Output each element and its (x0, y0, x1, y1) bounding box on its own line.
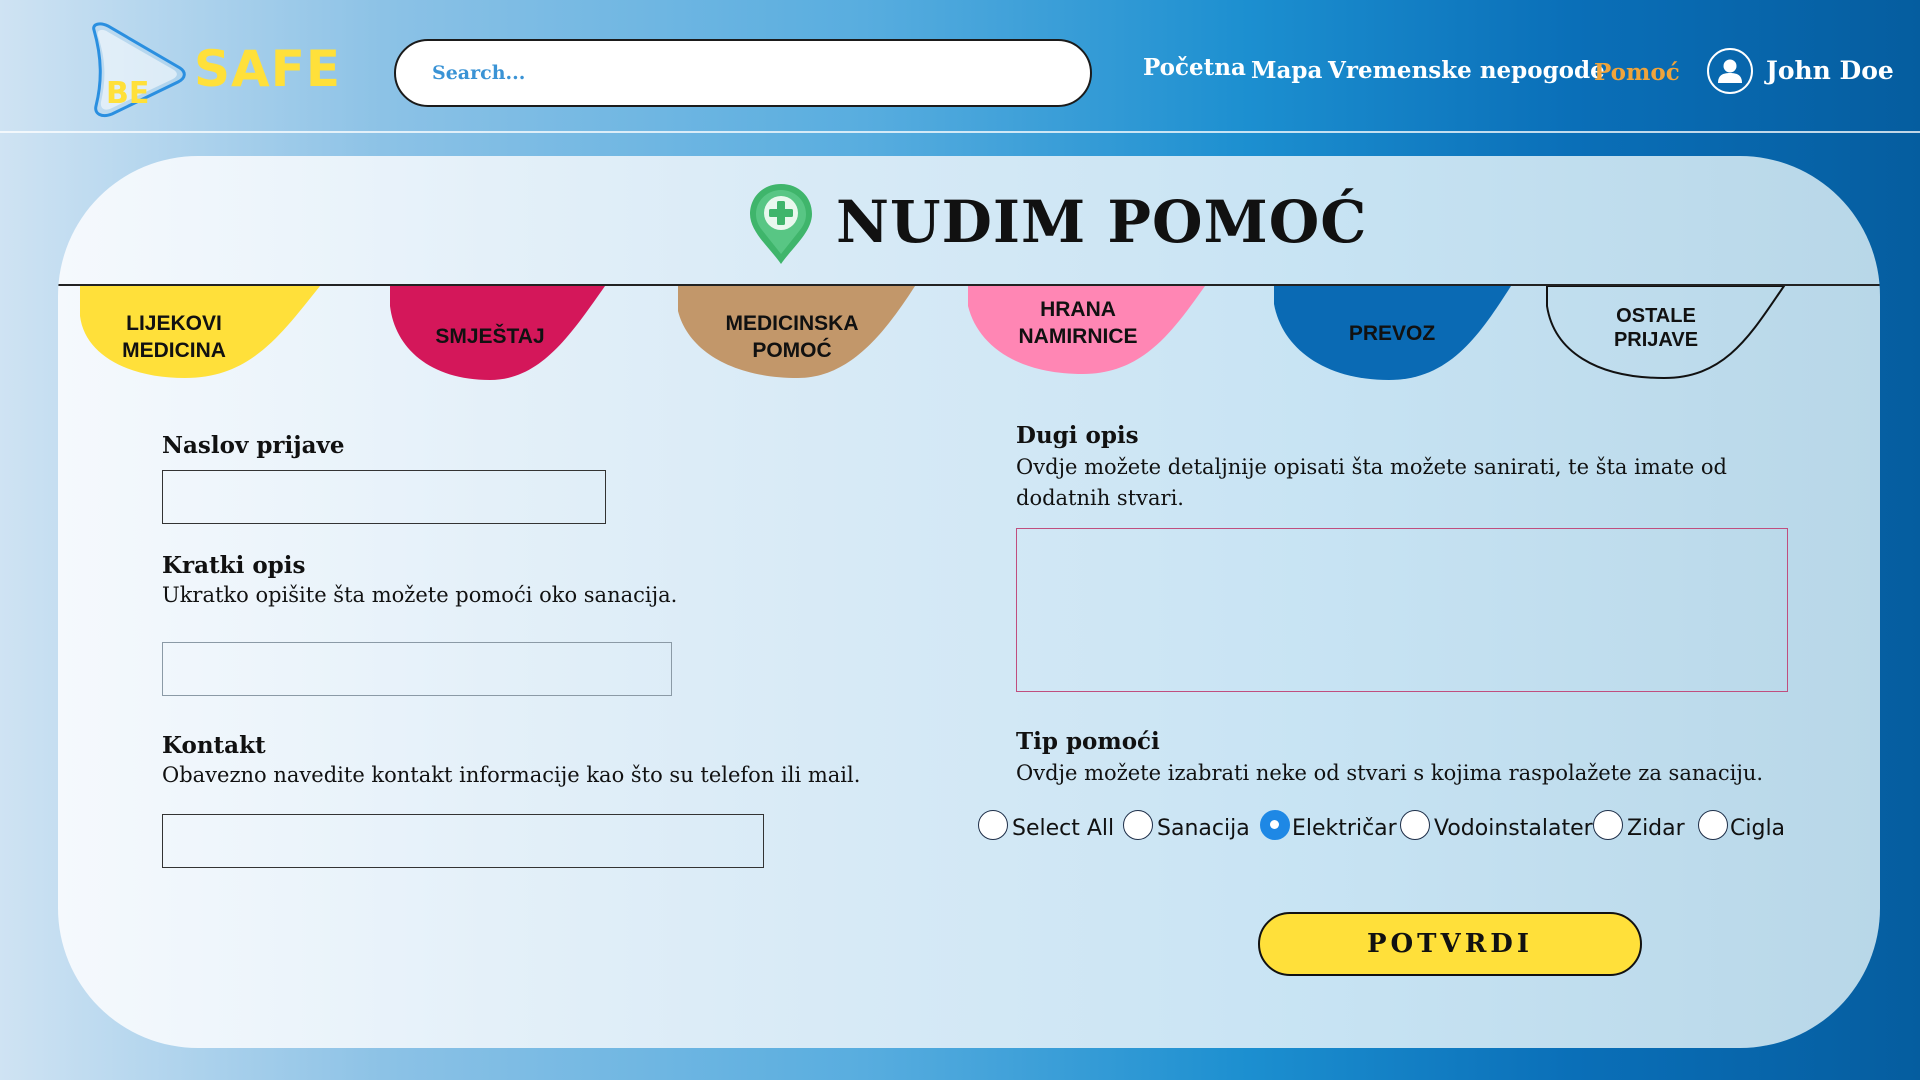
logo-prefix: BE (106, 76, 150, 111)
top-bar: BE SAFE Početna Mapa Vremenske nepogode … (0, 0, 1920, 132)
tip-pomoci-label: Tip pomoći (1016, 728, 1160, 755)
naslov-input[interactable] (162, 470, 606, 524)
dugi-opis-label: Dugi opis (1016, 422, 1139, 449)
radio-button[interactable] (1123, 810, 1153, 840)
user-avatar[interactable] (1707, 48, 1753, 94)
radio-button-selected[interactable] (1260, 810, 1290, 840)
kratki-opis-hint: Ukratko opišite šta možete pomoći oko sa… (162, 583, 678, 607)
search-bar[interactable] (394, 39, 1092, 107)
dugi-opis-textarea[interactable] (1016, 528, 1788, 692)
nav-vremenske-nepogode[interactable]: Vremenske nepogode (1328, 57, 1605, 84)
radio-label: Sanacija (1157, 816, 1250, 841)
tab-medicinska-pomoc[interactable]: MEDICINSKA POMOĆ (678, 286, 918, 386)
be-safe-logo[interactable]: BE SAFE (88, 22, 342, 118)
user-name[interactable]: John Doe (1766, 56, 1894, 85)
nav-pomoc[interactable]: Pomoć (1594, 59, 1680, 86)
potvrdi-button[interactable]: POTVRDI (1258, 912, 1642, 976)
tab-label: HRANA NAMIRNICE (1018, 298, 1138, 348)
kratki-opis-input[interactable] (162, 642, 672, 696)
radio-zidar[interactable]: Zidar (1593, 810, 1693, 850)
tab-smjestaj[interactable]: SMJEŠTAJ (390, 286, 610, 386)
tab-label: MEDICINSKA POMOĆ (725, 312, 859, 362)
tab-label: SMJEŠTAJ (435, 325, 545, 348)
radio-label: Cigla (1730, 816, 1786, 841)
kratki-opis-label: Kratki opis (162, 552, 306, 579)
page-title: NUDIM POMOĆ (836, 188, 1368, 256)
tab-prevoz[interactable]: PREVOZ (1274, 286, 1514, 386)
tab-ostale-prijave[interactable]: OSTALE PRIJAVE (1546, 286, 1791, 386)
radio-button[interactable] (1593, 810, 1623, 840)
tab-label: OSTALE PRIJAVE (1613, 305, 1699, 351)
dugi-opis-hint: Ovdje možete detaljnije opisati šta može… (1016, 455, 1727, 510)
kontakt-label: Kontakt (162, 732, 266, 759)
radio-label: Select All (1012, 816, 1115, 841)
radio-button[interactable] (1400, 810, 1430, 840)
nav-mapa[interactable]: Mapa (1251, 57, 1322, 84)
radio-label: Električar (1292, 816, 1397, 841)
radio-vodoinstalater[interactable]: Vodoinstalater (1400, 810, 1593, 850)
radio-elektricar[interactable]: Električar (1260, 810, 1400, 850)
kontakt-input[interactable] (162, 814, 764, 868)
radio-sanacija[interactable]: Sanacija (1123, 810, 1253, 850)
page-header: NUDIM POMOĆ (58, 156, 1880, 284)
naslov-label: Naslov prijave (162, 432, 345, 459)
tab-label: PREVOZ (1348, 322, 1436, 345)
radio-label: Vodoinstalater (1434, 816, 1593, 841)
nav-pocetna[interactable]: Početna (1143, 54, 1246, 81)
kontakt-hint: Obavezno navedite kontakt informacije ka… (162, 763, 861, 787)
logo-name: SAFE (194, 40, 342, 98)
radio-select-all[interactable]: Select All (978, 810, 1114, 850)
user-icon (1718, 59, 1742, 83)
medical-pin-icon (750, 184, 812, 264)
search-input[interactable] (430, 61, 1054, 85)
radio-button[interactable] (978, 810, 1008, 840)
radio-button[interactable] (1698, 810, 1728, 840)
header-divider (0, 131, 1920, 133)
radio-cigla[interactable]: Cigla (1698, 810, 1798, 850)
tip-pomoci-hint: Ovdje možete izabrati neke od stvari s k… (1016, 761, 1764, 785)
tab-hrana-namirnice[interactable]: HRANA NAMIRNICE (968, 286, 1208, 386)
radio-label: Zidar (1627, 816, 1685, 841)
tab-lijekovi-medicina[interactable]: LIJEKOVI MEDICINA (80, 286, 325, 386)
tab-label: LIJEKOVI MEDICINA (122, 312, 226, 362)
help-offer-panel: NUDIM POMOĆ LIJEKOVI MEDICINA SMJEŠTAJ M… (58, 156, 1880, 1048)
